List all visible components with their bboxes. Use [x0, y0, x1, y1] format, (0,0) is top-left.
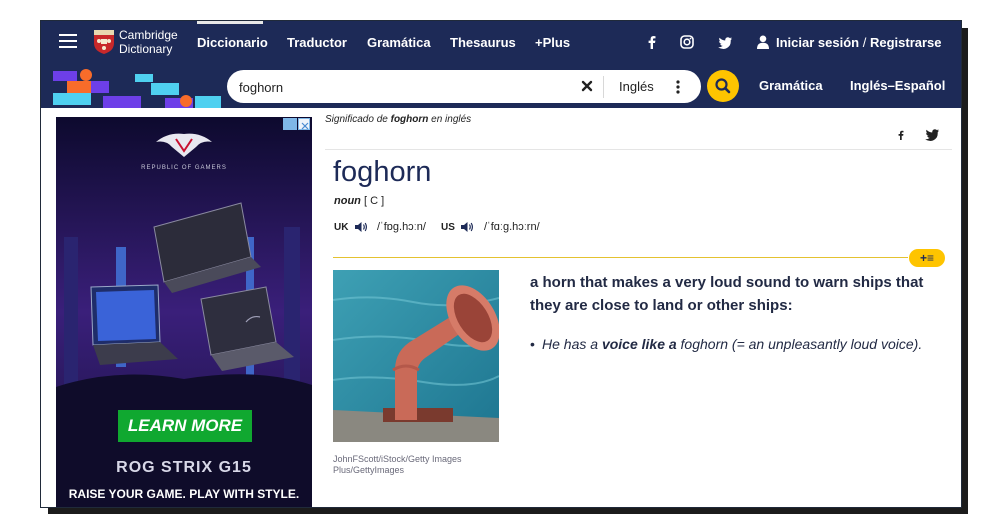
auth-separator: /	[862, 35, 867, 50]
example-body: He has a voice like a foghorn (= an unpl…	[542, 334, 930, 355]
top-navbar: Cambridge Dictionary Diccionario Traduct…	[41, 21, 961, 64]
cambridge-logo[interactable]: Cambridge Dictionary	[93, 27, 183, 59]
us-audio-icon[interactable]	[460, 221, 474, 233]
clear-search-icon[interactable]	[581, 80, 593, 92]
ad-learn-more-button[interactable]: LEARN MORE	[118, 410, 252, 442]
ad-brand-text: REPUBLIC OF GAMERS	[141, 165, 227, 171]
us-label: US	[441, 222, 455, 233]
login-label[interactable]: Iniciar sesión	[776, 35, 859, 50]
adchoices-icon[interactable]	[283, 118, 297, 130]
ad-close-icon[interactable]	[298, 118, 310, 130]
uk-audio-icon[interactable]	[354, 221, 368, 233]
search-divider	[603, 76, 604, 98]
ad-product-name: ROG STRIX G15	[116, 459, 252, 476]
sense-divider	[333, 257, 908, 258]
header-divider	[325, 149, 952, 150]
decorative-pattern	[53, 69, 221, 108]
register-label[interactable]: Registrarse	[870, 35, 942, 50]
example-pre: He has a	[542, 336, 599, 352]
example-sentence: • He has a voice like a foghorn (= an un…	[530, 334, 930, 355]
part-of-speech: noun [ C ]	[334, 195, 384, 207]
share-facebook-icon[interactable]	[896, 128, 906, 142]
user-icon	[757, 35, 769, 49]
twitter-icon[interactable]	[718, 36, 732, 50]
foghorn-photo	[333, 270, 499, 442]
uk-ipa: /ˈfɒɡ.hɔːn/	[377, 221, 426, 233]
language-selector[interactable]: Inglés	[619, 70, 654, 103]
image-credit: JohnFScott/iStock/Getty Images Plus/Gett…	[333, 454, 503, 476]
logo-line-2: Dictionary	[119, 42, 173, 56]
pos-label[interactable]: noun	[334, 195, 361, 207]
us-pronunciation: US	[441, 221, 474, 233]
facebook-icon[interactable]	[645, 35, 659, 49]
search-box: Inglés	[227, 70, 701, 103]
add-to-wordlist-button[interactable]: +≡	[909, 249, 945, 267]
breadcrumb-word: foghorn	[390, 114, 429, 125]
instagram-icon[interactable]	[680, 35, 694, 49]
kebab-menu-icon[interactable]	[676, 80, 680, 94]
ad-tagline: RAISE YOUR GAME. PLAY WITH STYLE.	[68, 487, 300, 501]
foghorn-image[interactable]	[333, 270, 499, 442]
crest-icon	[94, 30, 114, 54]
login-link[interactable]: Iniciar sesión / Registrarse	[757, 21, 942, 64]
breadcrumb-suffix: en inglés	[431, 114, 472, 125]
bullet: •	[530, 336, 535, 352]
example-collocation[interactable]: voice like a	[602, 336, 677, 352]
browser-window: Cambridge Dictionary Diccionario Traduct…	[40, 20, 962, 508]
nav-traductor[interactable]: Traductor	[287, 21, 347, 64]
search-row: Inglés	[41, 64, 961, 108]
nav-english-spanish[interactable]: Inglés–Español	[850, 64, 945, 108]
nav-gramatica[interactable]: Gramática	[367, 21, 431, 64]
search-button[interactable]	[707, 70, 739, 102]
headword: foghorn	[333, 156, 432, 188]
definition-text: a horn that makes a very loud sound to w…	[530, 274, 924, 314]
advertisement[interactable]: REPUBLIC OF GAMERS LEARN MORE ROG STRIX …	[56, 117, 312, 507]
breadcrumb-prefix: Significado de	[325, 114, 388, 125]
nav-grammar-secondary[interactable]: Gramática	[759, 64, 823, 108]
share-twitter-icon[interactable]	[925, 129, 939, 141]
search-icon	[715, 78, 731, 94]
uk-pronunciation: UK	[334, 221, 368, 233]
ad-artwork	[56, 117, 312, 507]
logo-text: Cambridge Dictionary	[119, 28, 178, 56]
menu-icon[interactable]	[59, 34, 77, 48]
uk-label: UK	[334, 222, 349, 233]
close-icon	[301, 122, 309, 130]
logo-line-1: Cambridge	[119, 28, 178, 42]
us-ipa: /ˈfɑːɡ.hɔːrn/	[484, 221, 540, 233]
nav-plus[interactable]: +Plus	[535, 21, 570, 64]
example-gloss: (= an unpleasantly loud voice).	[731, 336, 923, 352]
search-input[interactable]	[239, 77, 569, 97]
example-word: foghorn	[680, 336, 729, 352]
nav-diccionario[interactable]: Diccionario	[197, 21, 268, 64]
grammar-code[interactable]: [ C ]	[364, 195, 384, 207]
image-credit-line-1: JohnFScott/iStock/Getty Images	[333, 454, 462, 464]
image-credit-line-2: Plus/GettyImages	[333, 465, 405, 475]
breadcrumb: Significado de foghorn en inglés	[325, 114, 471, 125]
nav-thesaurus[interactable]: Thesaurus	[450, 21, 516, 64]
